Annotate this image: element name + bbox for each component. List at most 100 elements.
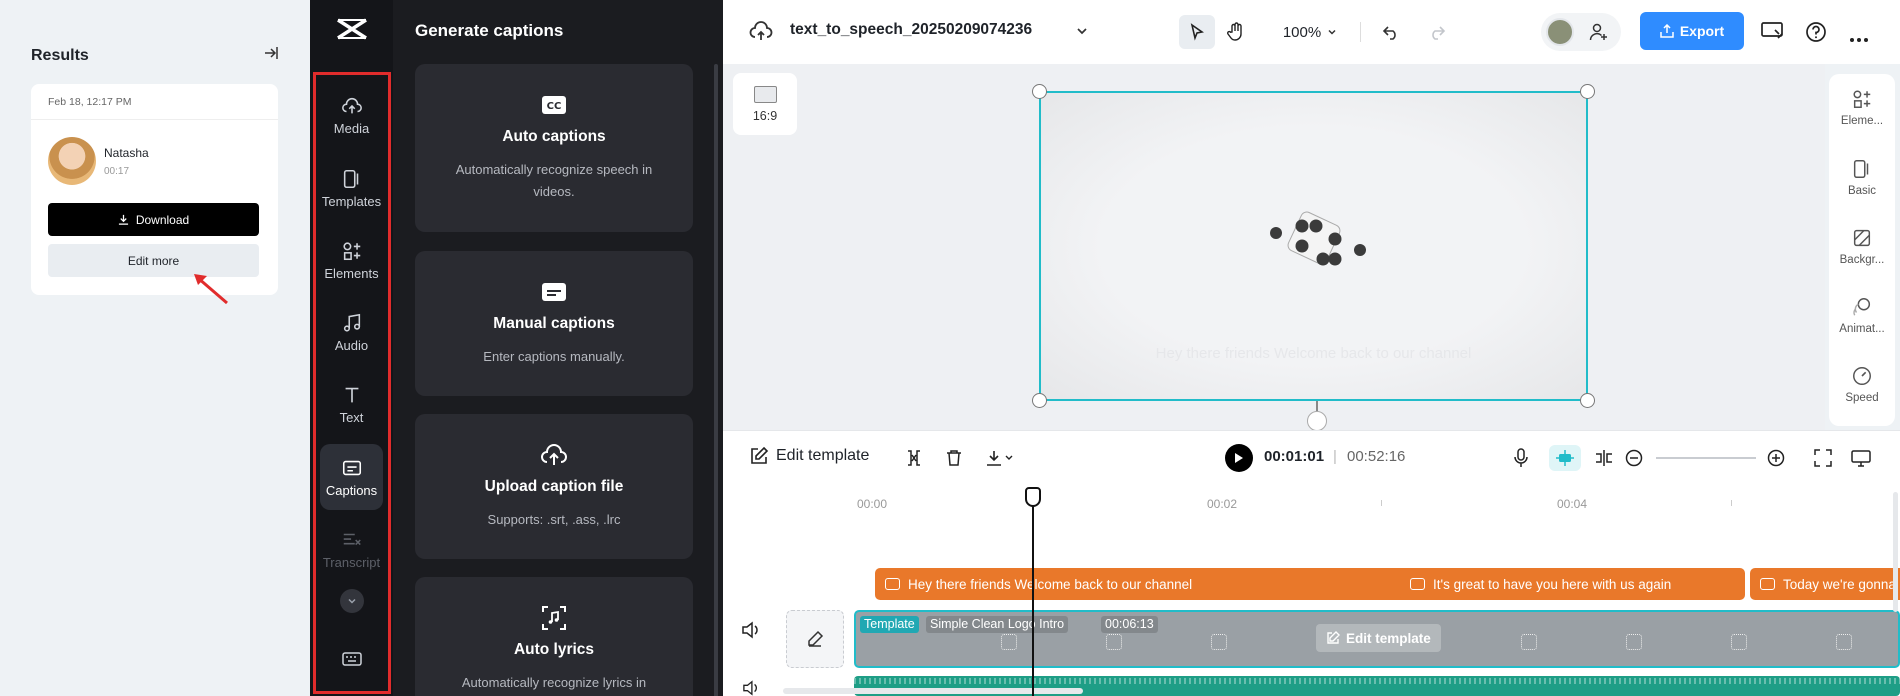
- upload-caption-file-card[interactable]: Upload caption file Supports: .srt, .ass…: [415, 414, 693, 559]
- download-icon: [118, 214, 128, 225]
- templates-icon: [343, 169, 358, 188]
- microphone-icon: [1514, 448, 1528, 467]
- video-frame[interactable]: Hey there friends Welcome back to our ch…: [1032, 84, 1595, 431]
- current-time: 00:01:01: [1264, 448, 1325, 465]
- delete-button[interactable]: [941, 445, 967, 471]
- more-options-icon[interactable]: [1849, 30, 1869, 48]
- prop-label: Basic: [1847, 185, 1877, 197]
- caption-clip-icon: [1410, 578, 1425, 590]
- card-name: Manual captions: [493, 315, 615, 332]
- panel-scrollbar[interactable]: [714, 64, 718, 696]
- fullscreen-button[interactable]: [1810, 445, 1836, 471]
- card-name: Auto lyrics: [513, 641, 595, 658]
- nav-item-label: Transcript: [322, 554, 381, 570]
- audio-track-volume-icon[interactable]: [741, 680, 761, 696]
- play-button[interactable]: [1225, 444, 1253, 472]
- cloud-upload-icon: [341, 97, 362, 113]
- auto-captions-card[interactable]: CC Auto captions Automatically recognize…: [415, 64, 693, 232]
- resize-handle-bottom-left[interactable]: [1032, 393, 1047, 408]
- redo-button[interactable]: [1420, 15, 1454, 49]
- collaborator-avatar[interactable]: [1546, 18, 1574, 46]
- track-edit-button[interactable]: [786, 610, 844, 668]
- rotate-handle-icon[interactable]: [1307, 411, 1327, 431]
- template-name: Simple Clean Logo Intro: [926, 616, 1069, 633]
- help-icon[interactable]: [1805, 21, 1827, 48]
- edit-icon: [1327, 631, 1340, 644]
- zoom-dropdown[interactable]: 100%: [1275, 15, 1345, 49]
- monitor-button[interactable]: [1848, 445, 1874, 471]
- edit-template-button[interactable]: Edit template: [749, 446, 869, 466]
- manual-captions-card[interactable]: Manual captions Enter captions manually.: [415, 251, 693, 396]
- result-user-name: Natasha: [104, 146, 149, 160]
- elements-icon: [342, 241, 360, 260]
- zoom-value: 100%: [1282, 23, 1322, 41]
- nav-item-templates[interactable]: Templates: [320, 155, 383, 221]
- add-collaborator-icon[interactable]: [1589, 22, 1609, 47]
- result-date: Feb 18, 12:17 PM: [48, 96, 132, 108]
- caption-clip[interactable]: Hey there friends Welcome back to our ch…: [875, 568, 1423, 600]
- nav-item-audio[interactable]: Audio: [320, 299, 383, 365]
- ruler-mark: [1731, 500, 1732, 506]
- resize-handle-top-left[interactable]: [1032, 84, 1047, 99]
- prop-elements[interactable]: Eleme...: [1829, 88, 1895, 127]
- select-tool-button[interactable]: [1179, 15, 1215, 49]
- card-description: Automatically recognize speech in videos…: [455, 162, 653, 199]
- playhead[interactable]: [1025, 487, 1041, 696]
- download-dropdown-button[interactable]: [981, 445, 1019, 471]
- result-card: Feb 18, 12:17 PM Natasha 00:17 Download …: [31, 84, 278, 295]
- present-icon[interactable]: [1761, 21, 1783, 46]
- transcript-icon: [343, 533, 361, 545]
- nav-item-captions[interactable]: Captions: [320, 444, 383, 510]
- nav-item-media[interactable]: Media: [320, 82, 383, 148]
- caption-clip[interactable]: It's great to have you here with us agai…: [1400, 568, 1745, 600]
- timeline-horizontal-scrollbar[interactable]: [783, 688, 1083, 694]
- time-ruler-tick: 00:00: [857, 497, 888, 511]
- nav-item-elements[interactable]: Elements: [320, 227, 383, 293]
- zoom-out-button[interactable]: [1621, 445, 1647, 471]
- export-button[interactable]: Export: [1640, 12, 1744, 50]
- undo-button[interactable]: [1374, 15, 1408, 49]
- nav-item-text[interactable]: Text: [320, 371, 383, 437]
- speed-icon: [1853, 367, 1871, 385]
- ruler-mark: [1381, 500, 1382, 506]
- canvas-area: 16:9 Hey there friends Welcome back to o…: [723, 64, 1825, 431]
- project-name[interactable]: text_to_speech_20250209074236: [790, 21, 1032, 39]
- card-description: Automatically recognize lyrics in: [461, 675, 647, 690]
- playhead-handle[interactable]: [1025, 487, 1041, 507]
- monitor-icon: [1851, 450, 1871, 467]
- resize-handle-bottom-right[interactable]: [1580, 393, 1595, 408]
- microphone-button[interactable]: [1508, 445, 1534, 471]
- prop-basic[interactable]: Basic: [1829, 158, 1895, 197]
- prop-label: Eleme...: [1840, 115, 1884, 127]
- split-screen-icon: [1596, 450, 1612, 466]
- caption-clip[interactable]: Today we're gonna: [1750, 568, 1900, 600]
- zoom-in-button[interactable]: [1763, 445, 1789, 471]
- download-button[interactable]: Download: [48, 203, 259, 236]
- prop-background[interactable]: Backgr...: [1829, 227, 1895, 266]
- template-track[interactable]: Template Simple Clean Logo Intro 00:06:1…: [854, 610, 1900, 668]
- split-button[interactable]: [901, 445, 927, 471]
- avatar: [48, 137, 96, 185]
- keyboard-icon[interactable]: [340, 648, 364, 670]
- pencil-icon: [808, 630, 824, 647]
- magnet-snap-button[interactable]: [1549, 445, 1581, 471]
- play-icon: [1235, 453, 1243, 463]
- more-chevron-down-icon[interactable]: [340, 589, 364, 613]
- aspect-ratio-button[interactable]: 16:9: [733, 73, 797, 135]
- split-screen-button[interactable]: [1591, 445, 1617, 471]
- resize-handle-top-right[interactable]: [1580, 84, 1595, 99]
- zoom-slider[interactable]: [1656, 457, 1756, 459]
- prop-speed[interactable]: Speed: [1829, 365, 1895, 404]
- timeline-vertical-scrollbar[interactable]: [1893, 492, 1898, 612]
- template-edit-button[interactable]: Edit template: [1316, 624, 1441, 652]
- collapse-panel-icon[interactable]: [264, 46, 278, 65]
- timeline[interactable]: 00:00 00:02 00:04 Hey there friends Welc…: [723, 484, 1900, 696]
- hand-tool-button[interactable]: [1219, 15, 1253, 49]
- nav-item-transcript[interactable]: Transcript: [320, 516, 383, 582]
- project-chevron-down-icon[interactable]: [1075, 24, 1089, 43]
- track-volume-icon[interactable]: [741, 621, 761, 644]
- cloud-sync-icon[interactable]: [749, 20, 773, 47]
- nav-item-label: Elements: [324, 265, 379, 281]
- auto-lyrics-card[interactable]: Auto lyrics Automatically recognize lyri…: [415, 577, 693, 696]
- prop-animation[interactable]: Animat...: [1829, 296, 1895, 335]
